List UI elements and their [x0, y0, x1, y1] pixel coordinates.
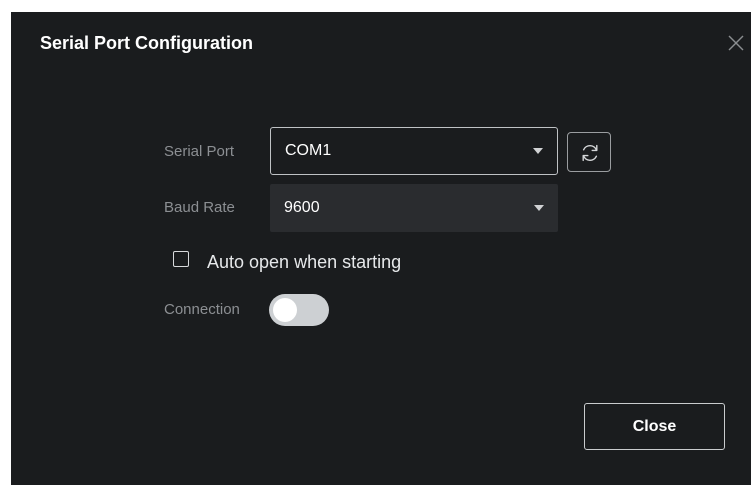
serial-port-label: Serial Port — [164, 143, 235, 160]
toggle-knob — [273, 298, 297, 322]
serial-port-select[interactable]: COM1 — [270, 127, 558, 175]
close-x-icon[interactable] — [723, 30, 749, 56]
baud-rate-label: Baud Rate — [164, 199, 235, 216]
dialog-title: Serial Port Configuration — [40, 33, 254, 53]
chevron-down-icon — [533, 148, 543, 154]
close-button[interactable]: Close — [584, 403, 725, 450]
baud-rate-value: 9600 — [284, 199, 320, 216]
chevron-down-icon — [534, 205, 544, 211]
auto-open-checkbox[interactable] — [173, 251, 189, 267]
serial-port-value: COM1 — [285, 142, 332, 159]
connection-label: Connection — [164, 301, 240, 318]
refresh-button[interactable] — [567, 132, 611, 172]
refresh-icon — [582, 144, 598, 162]
baud-rate-select[interactable]: 9600 — [270, 184, 558, 232]
connection-toggle[interactable] — [269, 294, 329, 326]
serial-port-config-dialog: Serial Port Configuration Serial Port CO… — [11, 12, 751, 485]
auto-open-label[interactable]: Auto open when starting — [207, 251, 401, 273]
